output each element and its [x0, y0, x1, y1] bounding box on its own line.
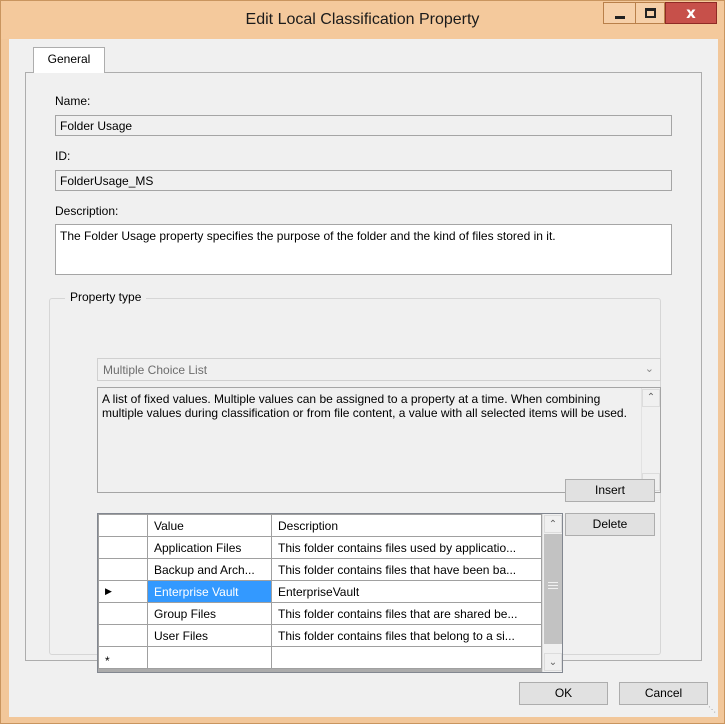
table-row[interactable]: Group Files This folder contains files t… — [98, 602, 542, 625]
property-type-help-text[interactable]: A list of fixed values. Multiple values … — [97, 387, 661, 493]
resize-grip-icon[interactable]: ⋱ — [706, 705, 716, 715]
help-text-scrollbar[interactable]: ⌃ ⌄ — [641, 388, 660, 492]
minimize-button[interactable] — [603, 2, 635, 24]
new-row-marker[interactable]: * — [98, 646, 148, 669]
table-row[interactable]: Application Files This folder contains f… — [98, 536, 542, 559]
chevron-down-icon: ⌄ — [644, 363, 654, 375]
description-cell[interactable]: This folder contains files that have bee… — [271, 558, 542, 581]
dialog-client-area: General Name: Folder Usage ID: FolderUsa… — [9, 39, 718, 717]
grid-corner-cell — [98, 514, 148, 537]
table-row[interactable]: Backup and Arch... This folder contains … — [98, 558, 542, 581]
name-label: Name: — [55, 94, 91, 108]
description-textarea[interactable]: The Folder Usage property specifies the … — [55, 224, 672, 275]
table-row[interactable]: User Files This folder contains files th… — [98, 624, 542, 647]
grid-header-row: Value Description — [98, 514, 542, 537]
close-icon: x — [686, 3, 696, 22]
property-type-group-label: Property type — [65, 290, 147, 304]
row-header[interactable] — [98, 602, 148, 625]
cancel-button[interactable]: Cancel — [619, 682, 708, 705]
description-cell[interactable]: EnterpriseVault — [271, 580, 542, 603]
value-cell[interactable]: User Files — [147, 624, 272, 647]
description-cell[interactable]: This folder contains files that belong t… — [271, 624, 542, 647]
tab-general[interactable]: General — [33, 47, 105, 73]
title-bar[interactable]: Edit Local Classification Property x — [1, 1, 724, 39]
name-field[interactable]: Folder Usage — [55, 115, 672, 136]
maximize-button[interactable] — [635, 2, 665, 24]
row-header[interactable] — [98, 558, 148, 581]
property-type-selected: Multiple Choice List — [103, 363, 208, 377]
property-type-help-content: A list of fixed values. Multiple values … — [102, 392, 627, 420]
scroll-up-icon[interactable]: ⌃ — [642, 389, 660, 407]
description-cell[interactable]: This folder contains files used by appli… — [271, 536, 542, 559]
row-header[interactable] — [98, 624, 148, 647]
scroll-up-icon[interactable]: ⌃ — [544, 515, 562, 533]
delete-button[interactable]: Delete — [565, 513, 655, 536]
close-button[interactable]: x — [665, 2, 717, 24]
id-label: ID: — [55, 149, 71, 163]
scroll-down-icon[interactable]: ⌄ — [544, 653, 562, 671]
values-grid[interactable]: Value Description Application Files This… — [97, 513, 563, 673]
values-table: Value Description Application Files This… — [98, 514, 542, 669]
grid-scrollbar[interactable]: ⌃ ⌄ — [542, 514, 562, 672]
minimize-icon — [614, 15, 625, 19]
value-cell[interactable]: Group Files — [147, 602, 272, 625]
value-cell[interactable]: Enterprise Vault — [147, 580, 272, 603]
row-header[interactable] — [98, 536, 148, 559]
value-cell[interactable]: Backup and Arch... — [147, 558, 272, 581]
property-type-dropdown[interactable]: Multiple Choice List ⌄ — [97, 358, 661, 381]
scroll-thumb[interactable] — [544, 534, 562, 644]
description-cell[interactable] — [271, 646, 542, 669]
insert-button[interactable]: Insert — [565, 479, 655, 502]
value-cell[interactable] — [147, 646, 272, 669]
description-label: Description: — [55, 204, 119, 218]
ok-button[interactable]: OK — [519, 682, 608, 705]
new-row[interactable]: * — [98, 646, 542, 669]
column-header-description[interactable]: Description — [271, 514, 542, 537]
table-row-selected[interactable]: ▶ Enterprise Vault EnterpriseVault — [98, 580, 542, 603]
value-cell[interactable]: Application Files — [147, 536, 272, 559]
description-cell[interactable]: This folder contains files that are shar… — [271, 602, 542, 625]
current-row-arrow-icon[interactable]: ▶ — [98, 580, 148, 603]
dialog-window: Edit Local Classification Property x Gen… — [0, 0, 725, 724]
column-header-value[interactable]: Value — [147, 514, 272, 537]
maximize-icon — [644, 8, 656, 18]
id-field[interactable]: FolderUsage_MS — [55, 170, 672, 191]
